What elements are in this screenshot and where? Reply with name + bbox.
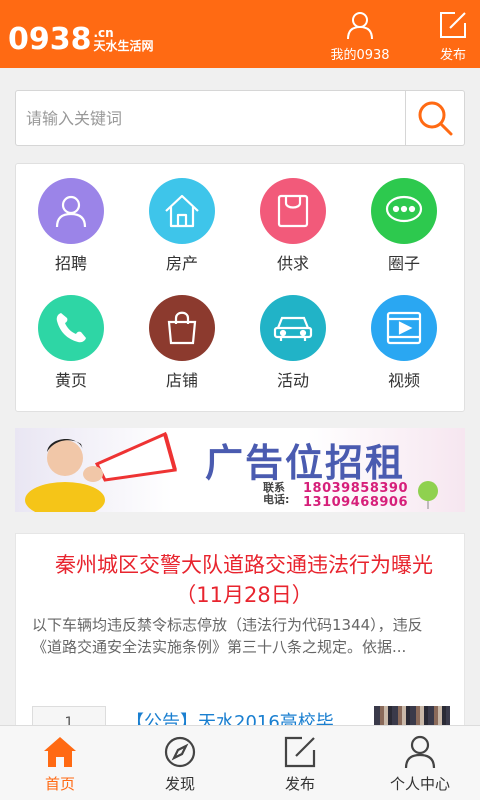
category-yellow-pages[interactable]: 黄页 [21, 295, 121, 391]
category-grid: 招聘 房产 供求 圈子 黄页 店铺 活动 视频 [15, 163, 465, 412]
news-title[interactable]: 秦州城区交警大队道路交通违法行为曝光（11月28日） [34, 550, 454, 610]
nav-discover[interactable]: 发现 [120, 726, 240, 800]
edit-icon [284, 736, 316, 768]
search-input[interactable] [16, 91, 406, 145]
edit-icon [440, 12, 466, 38]
car-icon [260, 295, 326, 361]
chat-bubble-icon [371, 178, 437, 244]
shopping-bag-icon [260, 178, 326, 244]
banner-contact-label: 联系 电话: [263, 482, 289, 506]
category-shops[interactable]: 店铺 [132, 295, 232, 391]
carousel-dot[interactable] [237, 497, 246, 506]
category-label: 店铺 [165, 371, 198, 390]
compass-icon [164, 736, 196, 768]
carousel-dot[interactable] [219, 497, 228, 506]
home-icon [44, 737, 76, 767]
site-logo[interactable]: 0938 .cn 天水生活网 [8, 20, 154, 56]
user-icon [347, 12, 373, 40]
category-label: 黄页 [54, 371, 87, 390]
category-housing[interactable]: 房产 [132, 178, 232, 274]
nav-label: 首页 [44, 775, 75, 793]
ad-banner[interactable]: 广告位招租 联系 电话: 18039858390 13109468906 [15, 428, 465, 512]
nav-label: 发布 [284, 775, 315, 793]
category-circle[interactable]: 圈子 [354, 178, 454, 274]
category-label: 供求 [276, 254, 309, 273]
post-button[interactable]: 发布 [426, 0, 480, 68]
news-summary: 以下车辆均违反禁令标志停放（违法行为代码1344），违反《道路交通安全法实施条例… [32, 616, 423, 656]
category-label: 房产 [165, 254, 198, 273]
category-supply[interactable]: 供求 [243, 178, 343, 274]
app-header: 0938 .cn 天水生活网 我的0938 发布 [0, 0, 480, 68]
nav-profile[interactable]: 个人中心 [360, 726, 480, 800]
banner-person-illustration [25, 431, 177, 512]
user-icon [404, 735, 436, 769]
banner-title: 广告位招租 [205, 441, 406, 485]
carousel-dot[interactable] [201, 497, 210, 506]
contact-label-line2: 电话: [263, 493, 290, 506]
logo-subtext: .cn 天水生活网 [94, 27, 154, 53]
shop-bag-icon [149, 295, 215, 361]
category-activities[interactable]: 活动 [243, 295, 343, 391]
category-label: 招聘 [54, 254, 87, 273]
news-card[interactable]: 秦州城区交警大队道路交通违法行为曝光（11月28日） 以下车辆均违反禁令标志停放… [15, 533, 465, 736]
nav-label: 个人中心 [389, 775, 450, 793]
phone-icon [38, 295, 104, 361]
banner-phone-2: 13109468906 [303, 495, 408, 510]
search-bar [15, 90, 465, 146]
house-icon [149, 178, 215, 244]
logo-site-name: 天水生活网 [93, 39, 154, 53]
category-label: 视频 [387, 371, 420, 390]
logo-domain: .cn [93, 26, 114, 40]
logo-number: 0938 [8, 22, 92, 57]
nav-post[interactable]: 发布 [240, 726, 360, 800]
category-video[interactable]: 视频 [354, 295, 454, 391]
category-label: 圈子 [387, 254, 420, 273]
nav-label: 发现 [164, 775, 195, 793]
search-icon [418, 101, 453, 136]
category-label: 活动 [276, 371, 309, 390]
my-account-label: 我的0938 [330, 48, 390, 63]
bottom-navigation: 首页 发现 发布 个人中心 [0, 725, 480, 800]
person-icon [38, 178, 104, 244]
nav-home[interactable]: 首页 [0, 726, 120, 800]
search-button[interactable] [405, 91, 464, 145]
balloon-icon [418, 481, 438, 509]
category-jobs[interactable]: 招聘 [21, 178, 121, 274]
post-label: 发布 [439, 48, 466, 63]
my-account-button[interactable]: 我的0938 [322, 0, 398, 68]
banner-phone-1: 18039858390 [303, 481, 408, 496]
video-icon [371, 295, 437, 361]
